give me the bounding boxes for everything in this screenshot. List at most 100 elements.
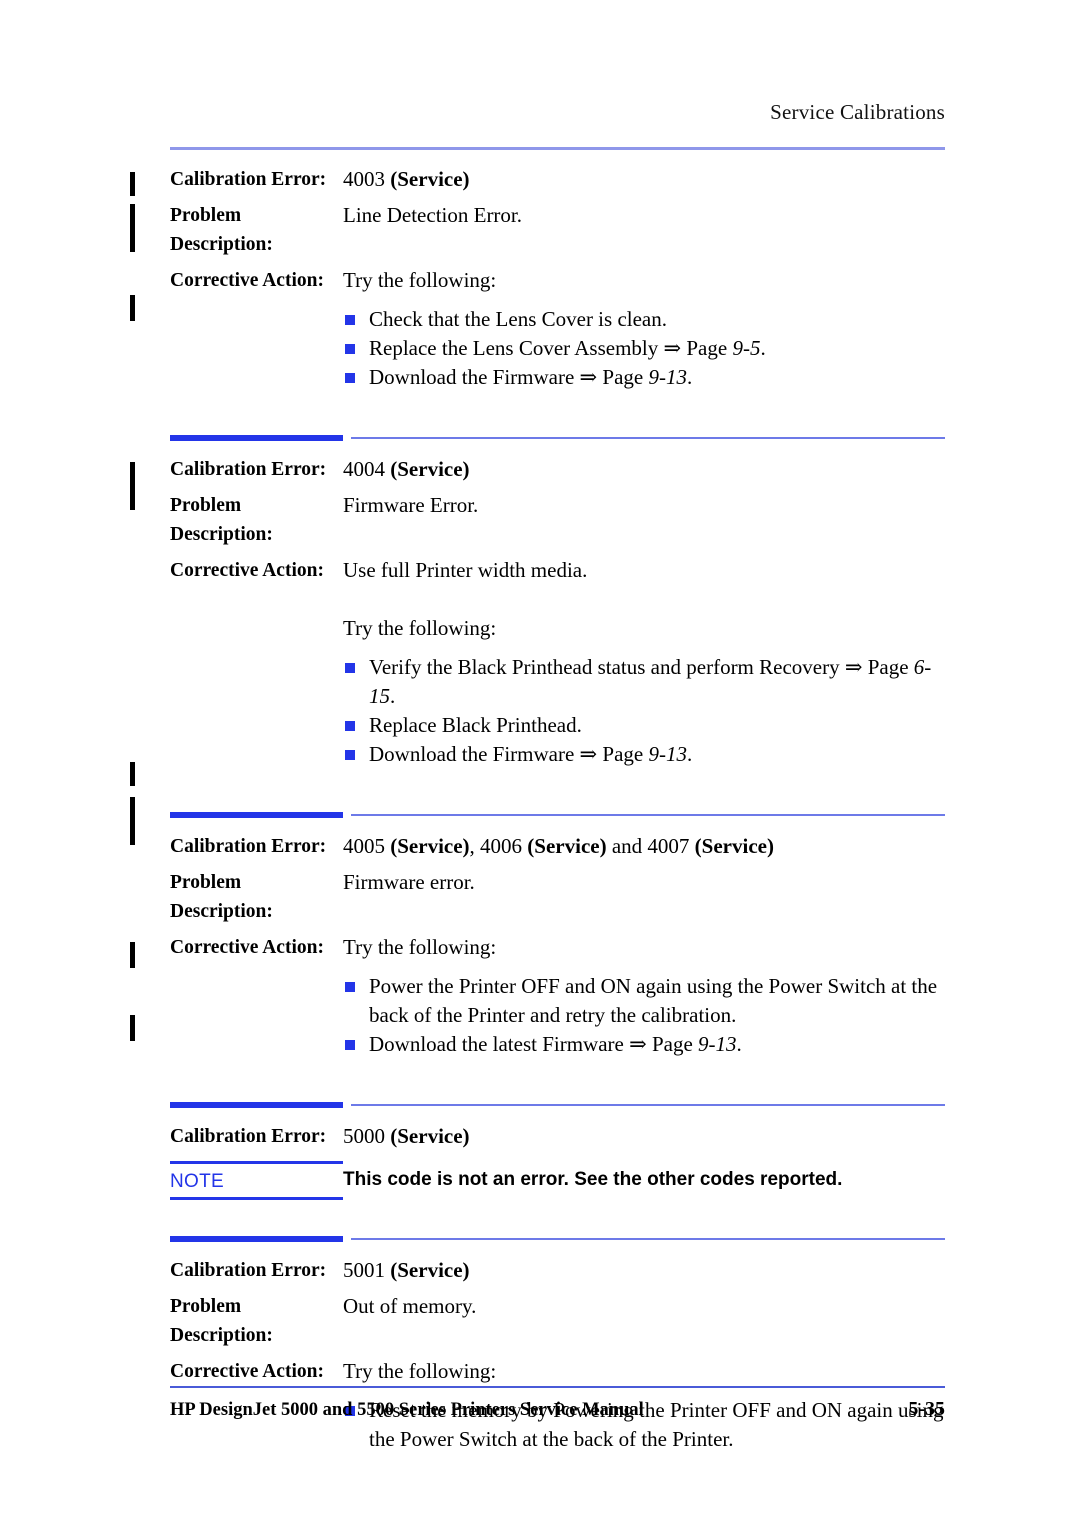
error-code-multi: 4005 (Service), 4006 (Service) and 4007 … <box>343 834 774 858</box>
bullet-tail: . <box>390 684 396 708</box>
error-qualifier: (Service) <box>390 1124 470 1148</box>
bullet-text: Check that the Lens Cover is clean. <box>369 307 667 331</box>
bullet-square-icon <box>345 721 355 731</box>
list-item: Replace Black Printhead. <box>343 711 945 740</box>
page-content: Calibration Error: 4003 (Service) Proble… <box>0 165 1080 1461</box>
problem-description-value: Firmware error. <box>343 870 475 894</box>
bullet-square-icon <box>345 663 355 673</box>
list-item: Download the Firmware ⇒ Page 9-13. <box>343 363 945 392</box>
corrective-first-line: Use full Printer width media. <box>343 558 588 582</box>
bullet-arrow-icon: ⇒ <box>579 365 598 389</box>
note-tag-label: NOTE <box>170 1171 224 1192</box>
separator-thin-rule <box>351 814 945 816</box>
section-separator <box>0 421 1080 455</box>
bullet-square-icon <box>345 1040 355 1050</box>
problem-description-value: Firmware Error. <box>343 493 479 517</box>
problem-description-label: Problem Description: <box>170 491 343 549</box>
bullet-page-ref: 9-13 <box>698 1032 737 1056</box>
calibration-error-value: 5000 (Service) <box>343 1122 945 1151</box>
problem-label-line2: Description: <box>170 1325 273 1346</box>
note-body-text: This code is not an error. See the other… <box>343 1169 843 1190</box>
problem-label-line2: Description: <box>170 901 273 922</box>
error-entry-5000: Calibration Error: 5000 (Service) NOTE T… <box>0 1122 1080 1200</box>
bullet-arrow-icon: ⇒ <box>579 742 598 766</box>
section-separator <box>0 798 1080 832</box>
error-code: 5000 <box>343 1124 385 1148</box>
calibration-error-row: Calibration Error: 4004 (Service) <box>0 455 1080 484</box>
list-item: Verify the Black Printhead status and pe… <box>343 653 945 711</box>
problem-label-line1: Problem <box>170 872 242 893</box>
bullet-arrow-icon: ⇒ <box>844 655 863 679</box>
document-page: Service Calibrations Calibration Error: … <box>0 0 1080 1528</box>
calibration-error-label: Calibration Error: <box>170 1126 327 1147</box>
corrective-action-label: Corrective Action: <box>170 560 324 581</box>
corrective-bullet-list: Verify the Black Printhead status and pe… <box>343 653 945 769</box>
separator-stub <box>170 812 343 818</box>
bullet-arrow-icon: ⇒ <box>629 1032 647 1056</box>
header-rule <box>170 147 945 150</box>
problem-description-label: Problem Description: <box>170 868 343 926</box>
list-item: Check that the Lens Cover is clean. <box>343 305 945 334</box>
corrective-intro: Try the following: <box>343 935 497 959</box>
bullet-page-ref: 9-13 <box>648 365 687 389</box>
bullet-square-icon <box>345 315 355 325</box>
footer-rule <box>170 1386 945 1388</box>
separator-thin-rule <box>351 437 945 439</box>
page-footer: HP DesignJet 5000 and 5500 Series Printe… <box>170 1398 945 1421</box>
calibration-error-label: Calibration Error: <box>170 169 327 190</box>
error-code: 4004 <box>343 457 385 481</box>
problem-description-label: Problem Description: <box>170 1292 343 1350</box>
calibration-error-value: 5001 (Service) <box>343 1256 945 1285</box>
corrective-action-value: Try the following: Check that the Lens C… <box>343 266 945 392</box>
error-qualifier: (Service) <box>390 457 470 481</box>
corrective-action-label: Corrective Action: <box>170 270 324 291</box>
separator-stub <box>170 435 343 441</box>
corrective-intro: Try the following: <box>343 616 497 640</box>
error-code: 4003 <box>343 167 385 191</box>
bullet-page-ref: 9-5 <box>732 336 761 360</box>
calibration-error-value: 4004 (Service) <box>343 455 945 484</box>
calibration-error-row: Calibration Error: 5000 (Service) <box>0 1122 1080 1151</box>
list-item: Replace the Lens Cover Assembly ⇒ Page 9… <box>343 334 945 363</box>
bullet-text: Power the Printer OFF and ON again using… <box>369 974 938 1027</box>
corrective-action-row: Corrective Action: Try the following: Po… <box>0 933 1080 1059</box>
bullet-page-label: Page <box>597 742 649 766</box>
problem-label-line1: Problem <box>170 1296 242 1317</box>
corrective-action-value: Use full Printer width media. Try the fo… <box>343 556 945 769</box>
calibration-error-row: Calibration Error: 4003 (Service) <box>0 165 1080 194</box>
corrective-action-row: Corrective Action: Use full Printer widt… <box>0 556 1080 769</box>
section-separator <box>0 1222 1080 1256</box>
corrective-action-label: Corrective Action: <box>170 1361 324 1382</box>
problem-description-row: Problem Description: Line Detection Erro… <box>0 201 1080 259</box>
bullet-tail: . <box>686 742 693 766</box>
separator-thin-rule <box>351 1238 945 1240</box>
error-entry-4005-4006-4007: Calibration Error: 4005 (Service), 4006 … <box>0 832 1080 1059</box>
problem-label-line2: Description: <box>170 234 273 255</box>
page-header-title: Service Calibrations <box>770 100 945 124</box>
bullet-page-label: Page <box>597 365 649 389</box>
bullet-text: Download the Firmware <box>369 365 580 389</box>
list-item: Download the latest Firmware ⇒ Page 9-13… <box>343 1030 945 1059</box>
calibration-error-row: Calibration Error: 4005 (Service), 4006 … <box>0 832 1080 861</box>
bullet-page-label: Page <box>681 336 733 360</box>
corrective-intro: Try the following: <box>343 268 497 292</box>
corrective-action-row: Corrective Action: Try the following: Ch… <box>0 266 1080 392</box>
list-item: Download the Firmware ⇒ Page 9-13. <box>343 740 945 769</box>
separator-stub <box>170 1236 343 1242</box>
calibration-error-label: Calibration Error: <box>170 459 327 480</box>
bullet-text: Download the latest Firmware <box>369 1032 630 1056</box>
bullet-square-icon <box>345 344 355 354</box>
note-block: NOTE This code is not an error. See the … <box>0 1161 1080 1200</box>
bullet-text: Replace the Lens Cover Assembly <box>369 336 664 360</box>
list-item: Power the Printer OFF and ON again using… <box>343 972 945 1030</box>
calibration-error-label: Calibration Error: <box>170 1260 327 1281</box>
bullet-square-icon <box>345 373 355 383</box>
corrective-bullet-list: Check that the Lens Cover is clean. Repl… <box>343 305 945 392</box>
bullet-tail: . <box>736 1032 742 1056</box>
corrective-bullet-list: Power the Printer OFF and ON again using… <box>343 972 945 1059</box>
